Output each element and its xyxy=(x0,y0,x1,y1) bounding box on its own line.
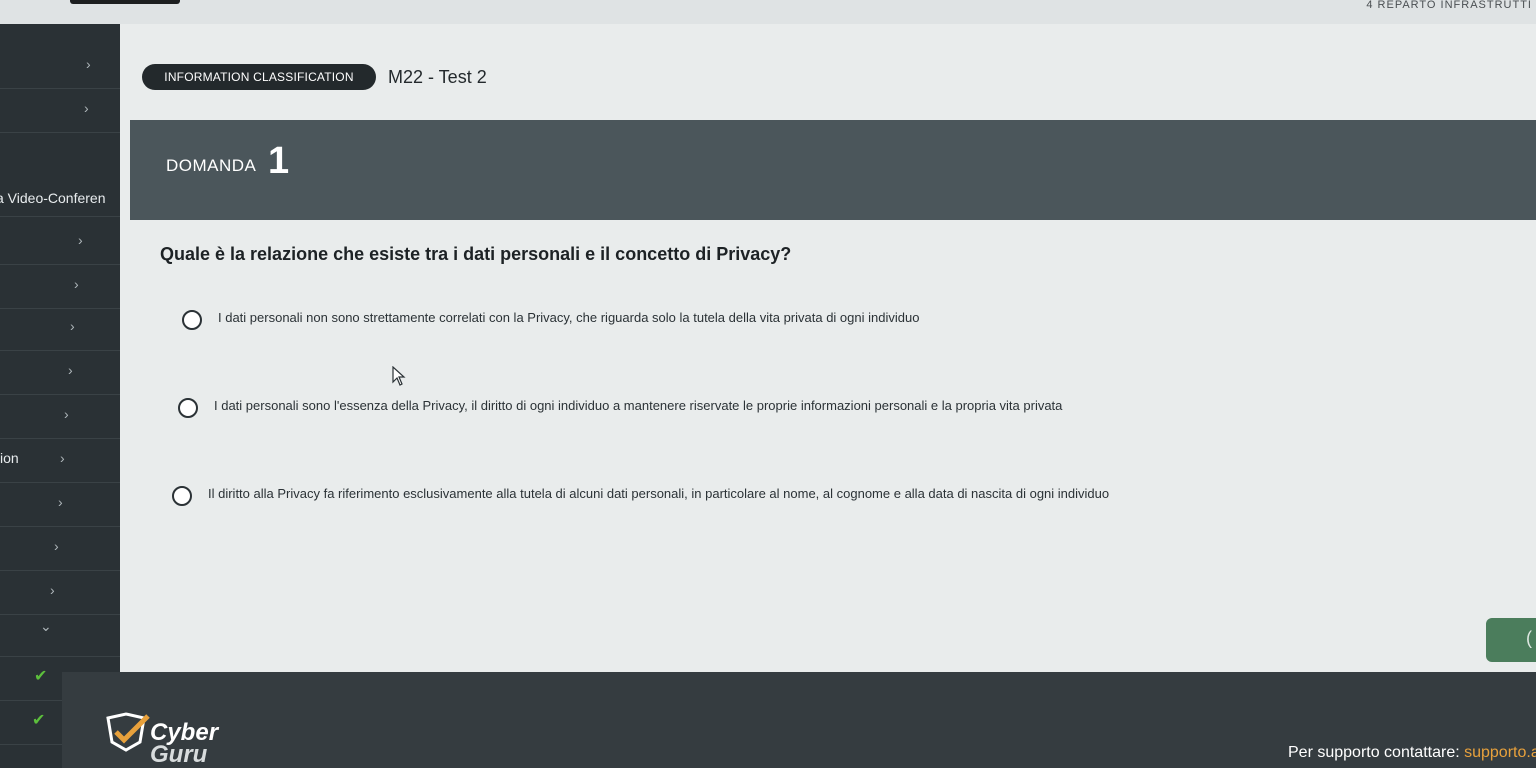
next-button-label: ( xyxy=(1526,628,1532,648)
sidebar-item[interactable]: › xyxy=(0,264,120,309)
sidebar-item-partial[interactable]: ion › xyxy=(0,438,120,483)
check-icon: ✔ xyxy=(34,668,48,685)
radio-button[interactable] xyxy=(172,486,192,506)
support-info: Per supporto contattare: supporto.a xyxy=(1288,744,1536,762)
classification-badge: INFORMATION CLASSIFICATION xyxy=(142,64,376,90)
chevron-right-icon: › xyxy=(50,582,55,598)
logo-fragment xyxy=(70,0,180,4)
support-email-link[interactable]: supporto.a xyxy=(1464,744,1536,761)
brand-name: Cyber Guru xyxy=(150,721,218,768)
chevron-down-icon: ⌄ xyxy=(40,618,52,634)
radio-button[interactable] xyxy=(182,310,202,330)
sidebar-item-label: a Video-Conferen xyxy=(0,190,106,206)
sidebar-item[interactable]: › xyxy=(0,350,120,395)
chevron-right-icon: › xyxy=(70,318,75,334)
sidebar-item[interactable]: › xyxy=(0,44,120,89)
chevron-right-icon: › xyxy=(84,100,89,116)
sidebar-item[interactable]: › xyxy=(0,220,120,265)
next-button[interactable]: ( xyxy=(1486,618,1536,662)
question-number: 1 xyxy=(268,140,290,182)
radio-button[interactable] xyxy=(178,398,198,418)
check-icon: ✔ xyxy=(32,712,46,729)
top-bar: 4 REPARTO INFRASTRUTTI xyxy=(0,0,1536,25)
support-label: Per supporto contattare: xyxy=(1288,744,1465,761)
sidebar-item[interactable]: › xyxy=(0,526,120,571)
shield-check-icon xyxy=(106,712,150,752)
sidebar-item[interactable]: › xyxy=(0,88,120,133)
sidebar: › › a Video-Conferen › › › › › ion › › ›… xyxy=(0,24,120,768)
chevron-right-icon: › xyxy=(60,450,65,466)
question-label: DOMANDA xyxy=(166,156,257,175)
question-text: Quale è la relazione che esiste tra i da… xyxy=(160,244,792,264)
answer-text: I dati personali sono l'essenza della Pr… xyxy=(214,398,1063,413)
department-label: 4 REPARTO INFRASTRUTTI xyxy=(1366,0,1532,11)
answer-text: Il diritto alla Privacy fa riferimento e… xyxy=(208,486,1110,501)
chevron-right-icon: › xyxy=(64,406,69,422)
sidebar-item-label: ion xyxy=(0,450,19,466)
chevron-right-icon: › xyxy=(86,56,91,72)
sidebar-item[interactable]: › xyxy=(0,394,120,439)
test-title: M22 - Test 2 xyxy=(388,67,487,87)
chevron-right-icon: › xyxy=(54,538,59,554)
question-header-band: DOMANDA 1 xyxy=(130,120,1536,220)
sidebar-item-video-conference[interactable]: a Video-Conferen xyxy=(0,176,120,217)
chevron-right-icon: › xyxy=(74,276,79,292)
footer: Cyber Guru Per supporto contattare: supp… xyxy=(62,672,1536,768)
sidebar-item[interactable]: › xyxy=(0,482,120,527)
sidebar-item[interactable]: › xyxy=(0,570,120,615)
sidebar-item-expanded[interactable]: ⌄ xyxy=(0,612,120,657)
cyber-guru-logo: Cyber Guru xyxy=(106,706,236,768)
answer-text: I dati personali non sono strettamente c… xyxy=(218,310,920,325)
mouse-cursor-icon xyxy=(392,366,406,386)
chevron-right-icon: › xyxy=(78,232,83,248)
chevron-right-icon: › xyxy=(58,494,63,510)
brand-line-2: Guru xyxy=(150,741,208,768)
quiz-panel: INFORMATION CLASSIFICATION M22 - Test 2 … xyxy=(120,24,1536,680)
sidebar-item[interactable]: › xyxy=(0,306,120,351)
chevron-right-icon: › xyxy=(68,362,73,378)
